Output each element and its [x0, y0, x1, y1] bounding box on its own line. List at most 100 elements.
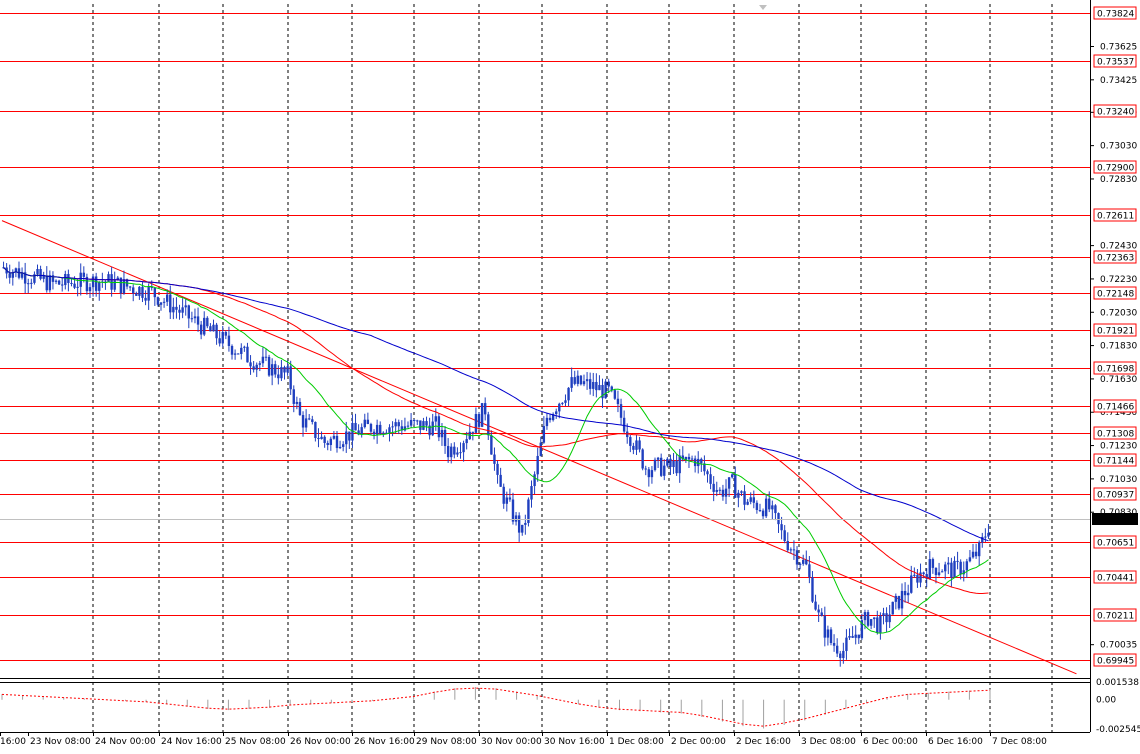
- candle-body: [752, 497, 756, 503]
- candle-body: [598, 385, 601, 391]
- level-label: 0.73824: [1097, 10, 1134, 20]
- candle-body: [647, 469, 651, 478]
- x-tick-label: 30 Nov 16:00: [544, 737, 605, 747]
- candle-body: [777, 513, 780, 525]
- candle-body: [153, 287, 157, 298]
- candle-body: [215, 324, 218, 339]
- candle-body: [632, 445, 635, 450]
- candle-body: [802, 559, 805, 564]
- y-tick-label: 0.71030: [1100, 475, 1137, 485]
- candle-body: [548, 417, 552, 421]
- candle-body: [697, 458, 700, 467]
- candle-body: [950, 562, 953, 578]
- y-tick-label: 0.73625: [1100, 42, 1137, 52]
- level-label: 0.72148: [1097, 290, 1134, 300]
- candle-body: [267, 356, 271, 376]
- candle-body: [70, 282, 73, 284]
- candle-body: [641, 449, 644, 469]
- candle-body: [27, 283, 30, 285]
- candle-body: [808, 564, 811, 578]
- candle-body: [576, 375, 580, 384]
- candle-body: [947, 562, 950, 565]
- candle-body: [953, 560, 956, 578]
- candle-body: [144, 297, 147, 301]
- candle-body: [743, 491, 746, 505]
- price-chart[interactable]: 0.001538 0.00 -0.002545 0.73625 0.73425 0.73…: [0, 0, 1140, 754]
- candle-body: [530, 486, 533, 500]
- candle-body: [295, 401, 299, 404]
- candle-body: [882, 613, 885, 616]
- candle-body: [332, 435, 336, 439]
- candle-body: [397, 422, 400, 427]
- candle-body: [490, 435, 493, 455]
- x-tick-label: 24 Nov 00:00: [95, 737, 156, 747]
- candle-body: [879, 615, 882, 633]
- candle-body: [375, 424, 379, 435]
- candle-body: [706, 471, 709, 475]
- candle-body: [585, 379, 589, 382]
- y-tick-label: 0.70035: [1100, 641, 1137, 651]
- candle-body: [903, 590, 907, 596]
- candle-body: [209, 326, 212, 332]
- candle-body: [971, 551, 975, 558]
- candle-body: [780, 524, 783, 531]
- candle-body: [700, 458, 703, 464]
- candle-body: [888, 614, 891, 623]
- x-tick-label: 16:00: [0, 737, 26, 747]
- candle-body: [360, 427, 363, 435]
- candle-body: [718, 489, 722, 491]
- candle-body: [82, 272, 86, 277]
- x-tick-label: 1 Dec 08:00: [609, 737, 664, 747]
- candle-body: [326, 442, 329, 446]
- candle-body: [280, 366, 283, 379]
- candle-body: [57, 280, 61, 285]
- candle-body: [206, 317, 209, 327]
- candle-body: [931, 559, 935, 568]
- y-tick-label: 0.71630: [1100, 375, 1137, 385]
- candle-body: [301, 415, 305, 428]
- candle-body: [789, 549, 793, 551]
- candle-body: [829, 629, 833, 643]
- candle-body: [471, 431, 475, 433]
- candle-body: [974, 551, 978, 557]
- candle-body: [48, 275, 52, 291]
- candle-body: [54, 280, 58, 282]
- candle-body: [113, 280, 116, 290]
- level-label: 0.71466: [1097, 403, 1134, 413]
- candle-body: [900, 590, 904, 609]
- candle-body: [734, 474, 737, 498]
- candle-body: [39, 269, 42, 279]
- x-tick-label: 23 Nov 08:00: [30, 737, 91, 747]
- candle-body: [724, 488, 728, 497]
- candle-body: [493, 454, 496, 464]
- candle-body: [740, 491, 743, 493]
- x-tick-label: 2 Dec 00:00: [671, 737, 726, 747]
- candle-body: [419, 420, 422, 430]
- candle-body: [227, 335, 231, 346]
- candle-body: [159, 302, 163, 305]
- level-label: 0.71308: [1097, 430, 1134, 440]
- candle-body: [36, 269, 39, 275]
- candle-body: [795, 550, 799, 565]
- candle-body: [76, 286, 79, 288]
- candle-body: [653, 459, 657, 471]
- candle-body: [345, 431, 348, 445]
- x-tick-label: 6 Dec 16:00: [928, 737, 983, 747]
- level-label: 0.71698: [1097, 365, 1134, 375]
- candle-body: [848, 636, 851, 638]
- level-label: 0.72611: [1097, 212, 1134, 222]
- candle-body: [283, 366, 286, 373]
- candle-body: [746, 501, 749, 505]
- candle-body: [88, 287, 92, 292]
- level-label: 0.72363: [1097, 254, 1134, 264]
- candle-body: [774, 505, 777, 514]
- candle-body: [261, 356, 265, 364]
- candle-body: [588, 379, 592, 389]
- candle-body: [236, 353, 240, 355]
- candle-body: [91, 276, 95, 288]
- candle-body: [851, 636, 854, 638]
- candle-body: [764, 498, 768, 517]
- candle-body: [783, 530, 786, 542]
- candle-body: [292, 389, 295, 404]
- candle-body: [672, 460, 675, 468]
